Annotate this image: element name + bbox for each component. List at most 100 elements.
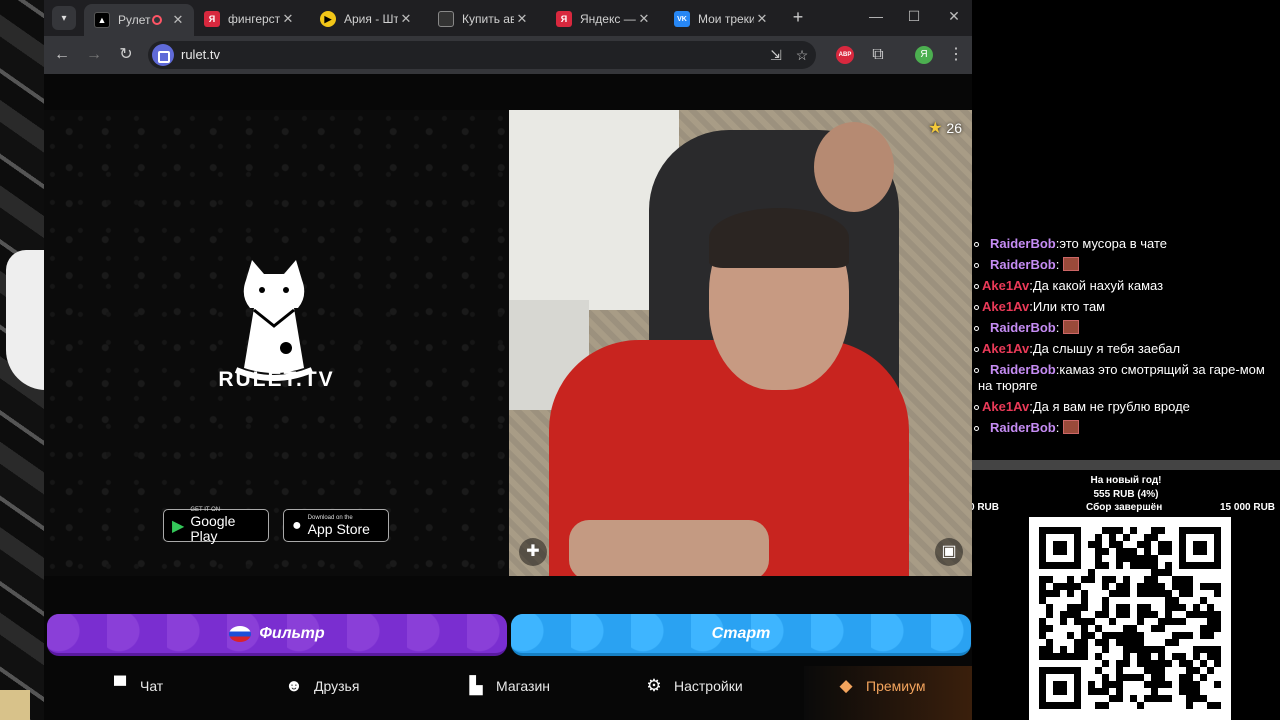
qr-module (1046, 604, 1053, 611)
extensions-puzzle-icon[interactable]: ⧉ (866, 43, 890, 67)
tab-vk[interactable]: VK Мои треки ✕ (664, 5, 778, 33)
nav-chat[interactable]: ▀ Чат (110, 666, 163, 706)
site-info-icon[interactable] (152, 44, 174, 66)
qr-module (1137, 639, 1144, 646)
background-shape (0, 690, 30, 720)
qr-module (1165, 590, 1172, 597)
close-icon[interactable]: ✕ (636, 11, 652, 27)
qr-module (1214, 660, 1221, 667)
qr-module (1151, 688, 1158, 695)
qr-module (1081, 604, 1088, 611)
qr-module (1179, 653, 1186, 660)
goal-max: 15 000 RUB (1220, 502, 1276, 513)
start-button[interactable]: Старт (511, 614, 971, 656)
google-play-button[interactable]: ▶ GET IT ON Google Play (163, 507, 269, 544)
partner-video: ★ 26 ✚ ▣ (509, 110, 972, 576)
qr-module (1081, 646, 1088, 653)
video-frame (569, 520, 769, 576)
qr-module (1151, 590, 1158, 597)
qr-module (1088, 576, 1095, 583)
qr-module (1165, 695, 1172, 702)
qr-module (1158, 583, 1165, 590)
close-icon[interactable]: ✕ (398, 11, 414, 27)
nav-shop[interactable]: ▙ Магазин (466, 666, 550, 706)
qr-module (1200, 660, 1207, 667)
chat-message: RaiderBob: (972, 418, 1280, 439)
app-store-button[interactable]: ● Download on the App Store (283, 509, 389, 542)
qr-module (1067, 583, 1074, 590)
vk-favicon-icon: VK (674, 11, 690, 27)
qr-module (1207, 618, 1214, 625)
qr-module (1186, 702, 1193, 709)
qr-module (1144, 695, 1151, 702)
tab-rulet[interactable]: ▲ Рулет ТВ ✕ (84, 4, 194, 36)
install-app-icon[interactable]: ⇲ (764, 43, 788, 67)
qr-module (1179, 688, 1186, 695)
tab-avia[interactable]: Купить ави ✕ (428, 5, 538, 33)
qr-finder (1179, 527, 1221, 569)
forward-button[interactable]: → (82, 43, 106, 67)
qr-module (1214, 653, 1221, 660)
bookmark-star-icon[interactable]: ☆ (790, 43, 814, 67)
qr-module (1039, 653, 1046, 660)
qr-module (1102, 527, 1109, 534)
qr-module (1109, 590, 1116, 597)
qr-module (1081, 576, 1088, 583)
qr-module (1095, 639, 1102, 646)
close-icon[interactable]: ✕ (170, 12, 186, 28)
nav-premium[interactable]: ◆ Премиум (836, 666, 925, 706)
qr-module (1074, 646, 1081, 653)
qr-module (1144, 660, 1151, 667)
qr-module (1116, 555, 1123, 562)
nav-friends[interactable]: ☻ Друзья (284, 666, 359, 706)
qr-module (1123, 639, 1130, 646)
goal-min: 0 RUB (972, 502, 1000, 513)
close-icon[interactable]: ✕ (280, 11, 296, 27)
rating-value: 26 (946, 120, 962, 136)
qr-module (1130, 548, 1137, 555)
tab-aria[interactable]: ▶ Ария - Шти ✕ (310, 5, 422, 33)
gamepad-icon[interactable]: ✚ (519, 538, 547, 566)
qr-module (1060, 611, 1067, 618)
video-frame (709, 208, 849, 268)
close-icon[interactable]: ✕ (514, 11, 530, 27)
filter-button[interactable]: Фильтр (47, 614, 507, 656)
qr-module (1179, 660, 1186, 667)
qr-module (1095, 688, 1102, 695)
gift-icon[interactable]: ▣ (935, 538, 963, 566)
close-window-button[interactable]: ✕ (944, 8, 964, 25)
back-button[interactable]: ← (50, 43, 74, 67)
qr-module (1207, 653, 1214, 660)
qr-pattern (1039, 527, 1221, 709)
qr-module (1039, 576, 1046, 583)
chat-user: RaiderBob (990, 236, 1056, 251)
tab-search-button[interactable]: ▾ (52, 6, 76, 30)
reload-button[interactable]: ↻ (114, 43, 138, 67)
nav-settings[interactable]: ⚙ Настройки (644, 666, 742, 706)
qr-module (1165, 604, 1172, 611)
qr-module (1214, 702, 1221, 709)
new-tab-button[interactable]: + (786, 6, 810, 30)
qr-module (1151, 611, 1158, 618)
minimize-button[interactable]: — (866, 8, 886, 24)
qr-module (1151, 555, 1158, 562)
qr-module (1158, 674, 1165, 681)
qr-module (1074, 583, 1081, 590)
adblock-extension-icon[interactable]: ABP (836, 46, 854, 64)
qr-module (1186, 681, 1193, 688)
address-bar[interactable]: rulet.tv ⇲ ☆ (148, 41, 816, 69)
qr-module (1186, 660, 1193, 667)
tab-yandex-finger[interactable]: Я фингерстайл ✕ (194, 5, 304, 33)
profile-avatar[interactable]: Я (915, 46, 933, 64)
maximize-button[interactable]: ☐ (904, 8, 924, 25)
menu-kebab-icon[interactable]: ⋮ (944, 43, 968, 67)
yandex-favicon-icon: Я (556, 11, 572, 27)
chat-message: Ake1Av:Да я вам не грублю вроде (972, 397, 1280, 418)
qr-module (1214, 583, 1221, 590)
chat-text: это мусора в чате (1059, 236, 1168, 251)
tab-yandex[interactable]: Я Яндекс — б ✕ (546, 5, 660, 33)
qr-module (1123, 548, 1130, 555)
close-icon[interactable]: ✕ (754, 11, 770, 27)
qr-module (1060, 618, 1067, 625)
qr-module (1123, 576, 1130, 583)
